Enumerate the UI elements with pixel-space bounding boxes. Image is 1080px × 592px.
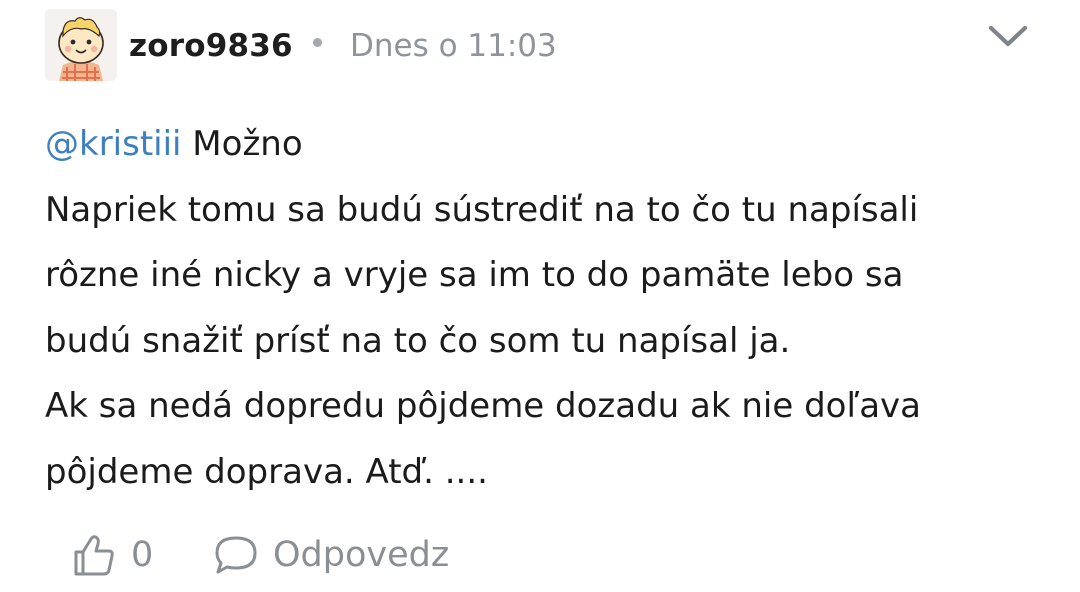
avatar[interactable] bbox=[45, 9, 117, 81]
comment-first-line: @kristiii Možno bbox=[45, 112, 1055, 178]
comment-line: rôzne iné nicky a vryje sa im to do pamä… bbox=[45, 255, 904, 295]
author-name[interactable]: zoro9836 bbox=[129, 24, 293, 68]
comment-body: @kristiii Možno Napriek tomu sa budú sús… bbox=[45, 112, 1055, 505]
avatar-image bbox=[45, 9, 117, 81]
comment-line: pôjdeme doprava. Atď. .... bbox=[45, 451, 488, 492]
comment-line: budú snažiť prísť na to čo som tu napísa… bbox=[45, 320, 791, 361]
comment-card: zoro9836 Dnes o 11:03 @kristiii Možno Na… bbox=[0, 0, 1080, 592]
speech-bubble-icon[interactable] bbox=[210, 532, 262, 578]
thumbs-up-icon[interactable] bbox=[68, 530, 118, 580]
comment-line: Napriek tomu sa budú sústrediť na to čo … bbox=[45, 189, 919, 230]
comment-line: Ak sa nedá dopredu pôjdeme dozadu ak nie… bbox=[45, 386, 922, 426]
like-count: 0 bbox=[131, 535, 154, 575]
reply-button[interactable]: Odpovedz bbox=[273, 532, 449, 578]
separator-dot bbox=[313, 38, 322, 47]
comment-timestamp: Dnes o 11:03 bbox=[350, 28, 557, 64]
mention-link[interactable]: @kristiii bbox=[45, 124, 182, 164]
comment-first-line-text: Možno bbox=[181, 124, 303, 164]
chevron-down-icon[interactable] bbox=[984, 18, 1032, 54]
